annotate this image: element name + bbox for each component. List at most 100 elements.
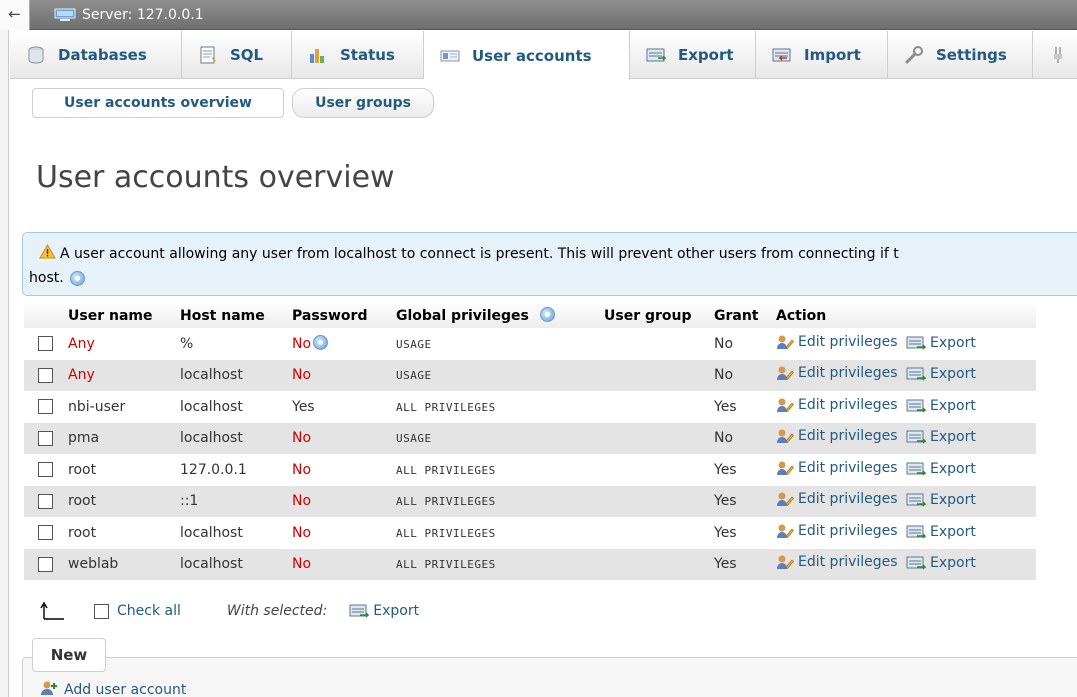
export-link[interactable]: Export bbox=[906, 555, 976, 571]
row-checkbox[interactable] bbox=[38, 430, 53, 446]
user-accounts-icon bbox=[440, 47, 460, 65]
with-selected-label: With selected: bbox=[226, 603, 328, 619]
header-host-name[interactable]: Host name bbox=[174, 303, 286, 328]
edit-privileges-link[interactable]: Edit privileges bbox=[776, 397, 898, 413]
header-password[interactable]: Password bbox=[286, 303, 390, 328]
row-checkbox[interactable] bbox=[38, 462, 53, 478]
tab-label: User accounts bbox=[472, 46, 592, 65]
row-checkbox[interactable] bbox=[38, 493, 53, 509]
host-name-cell: localhost bbox=[174, 359, 286, 391]
host-name: localhost bbox=[180, 524, 243, 541]
export-icon bbox=[646, 46, 667, 64]
row-select-cell bbox=[24, 517, 62, 549]
row-select-cell bbox=[24, 485, 62, 517]
privileges-cell: USAGE bbox=[390, 328, 598, 360]
export-selected-button[interactable]: Export bbox=[349, 603, 419, 619]
header-user-name[interactable]: User name bbox=[62, 303, 174, 328]
export-link[interactable]: Export bbox=[906, 429, 976, 445]
help-icon[interactable] bbox=[69, 270, 85, 286]
row-checkbox[interactable] bbox=[38, 399, 53, 415]
row-checkbox[interactable] bbox=[38, 336, 53, 352]
edit-privileges-link[interactable]: Edit privileges bbox=[776, 523, 898, 539]
export-label: Export bbox=[930, 366, 976, 383]
privileges-cell: ALL PRIVILEGES bbox=[390, 391, 598, 423]
host-name: localhost bbox=[180, 430, 243, 447]
action-cell: Edit privileges Export bbox=[770, 485, 1036, 517]
table-row: Any % No USAGE No Edit privileges Export bbox=[24, 328, 1036, 360]
grant-cell: Yes bbox=[708, 454, 770, 486]
user-group-cell bbox=[598, 359, 708, 391]
check-all-checkbox[interactable] bbox=[94, 603, 109, 619]
add-user-account-link[interactable]: Add user account bbox=[40, 680, 186, 697]
export-link[interactable]: Export bbox=[906, 366, 976, 382]
password-cell: No bbox=[286, 548, 390, 580]
notice-text: A user account allowing any user from lo… bbox=[60, 245, 899, 262]
edit-privileges-link[interactable]: Edit privileges bbox=[776, 334, 898, 350]
tab-settings[interactable]: Settings bbox=[888, 31, 1033, 79]
back-arrow-button[interactable]: ← bbox=[0, 0, 30, 30]
host-name-cell: localhost bbox=[174, 391, 286, 423]
help-icon[interactable] bbox=[313, 335, 329, 351]
help-icon[interactable] bbox=[539, 307, 555, 322]
subtab-user-groups[interactable]: User groups bbox=[292, 88, 434, 118]
password-cell: Yes bbox=[286, 391, 390, 423]
row-select-cell bbox=[24, 328, 62, 360]
user-group-cell bbox=[598, 422, 708, 454]
user-name-cell: pma bbox=[62, 422, 174, 454]
edit-privileges-link[interactable]: Edit privileges bbox=[776, 460, 898, 476]
export-label: Export bbox=[930, 429, 976, 446]
privileges-cell: ALL PRIVILEGES bbox=[390, 548, 598, 580]
add-user-icon bbox=[40, 680, 58, 697]
export-label: Export bbox=[930, 523, 976, 540]
host-name-cell: 127.0.0.1 bbox=[174, 454, 286, 486]
row-checkbox[interactable] bbox=[38, 367, 53, 383]
row-checkbox[interactable] bbox=[38, 556, 53, 572]
edit-privileges-link[interactable]: Edit privileges bbox=[776, 428, 898, 444]
row-select-cell bbox=[24, 422, 62, 454]
export-link[interactable]: Export bbox=[906, 524, 976, 540]
tab-more[interactable] bbox=[1033, 31, 1077, 79]
export-link[interactable]: Export bbox=[906, 492, 976, 508]
host-name: % bbox=[180, 335, 194, 352]
row-select-cell bbox=[24, 359, 62, 391]
subtab-user-accounts-overview[interactable]: User accounts overview bbox=[32, 88, 284, 118]
host-name: localhost bbox=[180, 367, 243, 384]
user-name-cell: Any bbox=[62, 328, 174, 360]
edit-privileges-link[interactable]: Edit privileges bbox=[776, 554, 898, 570]
tab-export[interactable]: Export bbox=[630, 31, 756, 79]
tab-databases[interactable]: Databases bbox=[10, 31, 182, 79]
host-name-cell: ::1 bbox=[174, 485, 286, 517]
user-name-cell: root bbox=[62, 454, 174, 486]
plug-icon bbox=[1049, 46, 1069, 64]
grant-value: Yes bbox=[714, 556, 737, 573]
export-link[interactable]: Export bbox=[906, 335, 976, 351]
tab-import[interactable]: Import bbox=[756, 31, 888, 79]
tab-label: Import bbox=[804, 46, 861, 64]
edit-privileges-link[interactable]: Edit privileges bbox=[776, 491, 898, 507]
export-link[interactable]: Export bbox=[906, 398, 976, 414]
header-grant[interactable]: Grant bbox=[708, 303, 770, 328]
tab-sql[interactable]: SQL bbox=[182, 31, 292, 79]
tab-status[interactable]: Status bbox=[292, 31, 424, 79]
warning-icon bbox=[39, 243, 56, 263]
edit-privileges-label: Edit privileges bbox=[798, 491, 898, 508]
header-user-group[interactable]: User group bbox=[598, 303, 708, 328]
tab-user-accounts[interactable]: User accounts bbox=[424, 31, 630, 80]
server-breadcrumb[interactable]: Server: 127.0.0.1 bbox=[54, 0, 204, 30]
edit-privileges-label: Edit privileges bbox=[798, 333, 898, 350]
check-all-label[interactable]: Check all bbox=[117, 603, 181, 619]
user-group-cell bbox=[598, 517, 708, 549]
header-global-privileges[interactable]: Global privileges bbox=[390, 303, 598, 328]
edit-privileges-icon bbox=[776, 491, 794, 507]
export-link[interactable]: Export bbox=[906, 461, 976, 477]
user-name: root bbox=[68, 461, 97, 478]
row-select-cell bbox=[24, 391, 62, 423]
export-icon bbox=[906, 336, 927, 350]
row-checkbox[interactable] bbox=[38, 525, 53, 541]
user-group-cell bbox=[598, 328, 708, 360]
table-row: nbi-user localhost Yes ALL PRIVILEGES Ye… bbox=[24, 391, 1036, 423]
action-cell: Edit privileges Export bbox=[770, 454, 1036, 486]
row-select-cell bbox=[24, 454, 62, 486]
server-breadcrumb-bar: ← Server: 127.0.0.1 bbox=[0, 0, 1077, 30]
edit-privileges-link[interactable]: Edit privileges bbox=[776, 365, 898, 381]
